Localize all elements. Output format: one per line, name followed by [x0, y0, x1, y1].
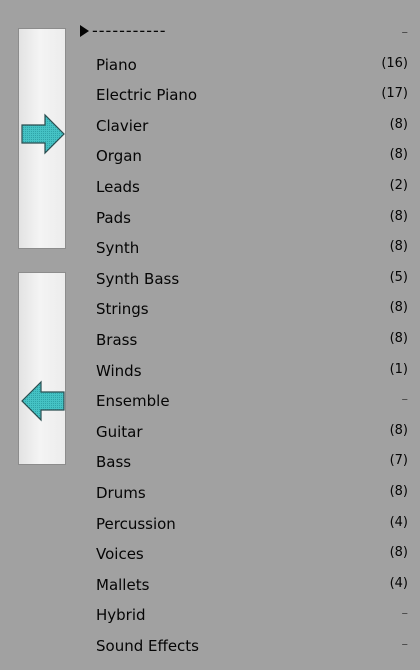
list-item[interactable]: Mallets (4): [80, 573, 410, 604]
list-item-count: (17): [381, 86, 408, 102]
add-to-list-button[interactable]: [18, 28, 66, 249]
list-item-label: Organ: [96, 147, 142, 166]
list-item-count: (5): [389, 269, 408, 285]
list-item-label: Synth Bass: [96, 269, 180, 288]
header-dashes: -----------: [92, 21, 167, 40]
list-item-count: (8): [389, 330, 408, 346]
list-item-count: –: [401, 606, 409, 622]
list-item-label: Electric Piano: [96, 86, 198, 105]
list-item-count: (4): [389, 575, 408, 591]
list-item-count: –: [401, 392, 409, 408]
list-item-label: Voices: [96, 545, 144, 564]
list-item-label: Clavier: [96, 116, 149, 135]
list-item-count: (2): [389, 177, 408, 193]
list-item-label: Drums: [96, 483, 146, 502]
list-item-count: (4): [389, 514, 408, 530]
left-arrow-icon: [21, 380, 65, 422]
list-item[interactable]: Winds (1): [80, 359, 410, 390]
list-item-label: Mallets: [96, 575, 150, 594]
sound-category-list: ----------- – Piano (16) Electric Piano (17…: [80, 21, 410, 665]
list-item-label: Strings: [96, 300, 149, 319]
list-item[interactable]: Sound Effects –: [80, 634, 410, 665]
selection-triangle-icon: [80, 25, 89, 37]
right-arrow-icon: [21, 113, 65, 155]
list-item[interactable]: Synth (8): [80, 236, 410, 267]
list-item-label: Piano: [96, 55, 137, 74]
list-item[interactable]: Ensemble –: [80, 389, 410, 420]
list-item-label: Leads: [96, 177, 140, 196]
list-item-count: (8): [389, 147, 408, 163]
list-item[interactable]: Drums (8): [80, 481, 410, 512]
list-item[interactable]: Voices (8): [80, 542, 410, 573]
list-item-count: (7): [389, 453, 408, 469]
list-item[interactable]: Hybrid –: [80, 603, 410, 634]
list-item-label: Pads: [96, 208, 131, 227]
list-item[interactable]: Percussion (4): [80, 512, 410, 543]
list-item-label: Hybrid: [96, 606, 146, 625]
list-item-count: (8): [389, 545, 408, 561]
list-item-count: (8): [389, 239, 408, 255]
list-item-label: Sound Effects: [96, 636, 199, 655]
list-item-count: (16): [381, 55, 408, 71]
list-item[interactable]: Pads (8): [80, 206, 410, 237]
list-item-count: (1): [389, 361, 408, 377]
list-item-label: Bass: [96, 453, 132, 472]
list-item-label: Winds: [96, 361, 142, 380]
list-item-count: –: [401, 636, 409, 652]
list-item-count: (8): [389, 422, 408, 438]
remove-from-list-button[interactable]: [18, 272, 66, 465]
list-item-label: Synth: [96, 239, 140, 258]
list-item-label: Brass: [96, 330, 138, 349]
list-item-label: Guitar: [96, 422, 143, 441]
list-header-all[interactable]: ----------- –: [80, 21, 410, 53]
list-item[interactable]: Brass (8): [80, 328, 410, 359]
list-item-count: (8): [389, 483, 408, 499]
list-item-count: (8): [389, 116, 408, 132]
list-item[interactable]: Bass (7): [80, 450, 410, 481]
list-item[interactable]: Electric Piano (17): [80, 83, 410, 114]
list-item-count: (8): [389, 300, 408, 316]
list-item[interactable]: Piano (16): [80, 53, 410, 84]
list-item[interactable]: Strings (8): [80, 297, 410, 328]
list-item[interactable]: Clavier (8): [80, 114, 410, 145]
list-item[interactable]: Guitar (8): [80, 420, 410, 451]
list-header-count: –: [401, 25, 409, 40]
list-item-count: (8): [389, 208, 408, 224]
list-item[interactable]: Leads (2): [80, 175, 410, 206]
list-item-label: Percussion: [96, 514, 176, 533]
list-item[interactable]: Organ (8): [80, 144, 410, 175]
list-item-label: Ensemble: [96, 392, 170, 411]
list-item[interactable]: Synth Bass (5): [80, 267, 410, 298]
list-header-label: -----------: [80, 21, 167, 40]
